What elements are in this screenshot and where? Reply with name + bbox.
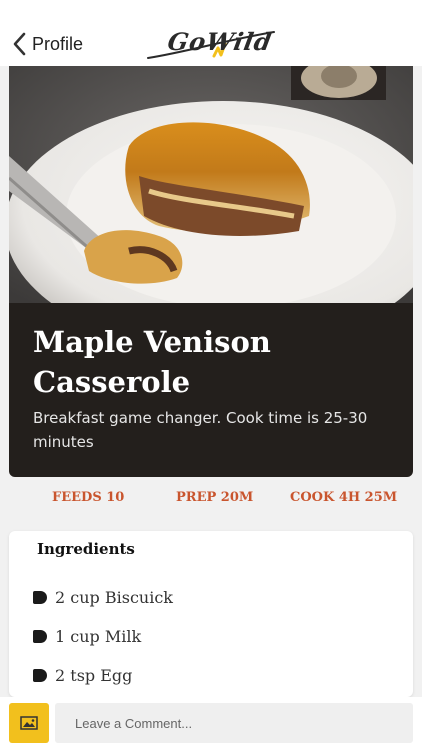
recipe-description: Breakfast game changer. Cook time is 25-… [33, 409, 368, 451]
nav-bar: Profile GoWild [0, 0, 422, 66]
bullet-icon [33, 591, 47, 604]
feeds-stat: FEEDS 10 [52, 490, 125, 505]
comment-input[interactable] [55, 703, 413, 743]
logo-text: GoWild [165, 27, 275, 56]
recipe-photo [9, 66, 413, 303]
comment-bar [0, 697, 422, 750]
prep-stat: PREP 20M [176, 490, 254, 505]
ingredients-list: 2 cup Biscuick 1 cup Milk 2 tsp Egg [33, 578, 173, 695]
bullet-icon [33, 630, 47, 643]
ingredient-text: 2 tsp Egg [55, 666, 133, 685]
ingredients-title: Ingredients [37, 540, 135, 558]
back-label: Profile [32, 33, 84, 54]
ingredient-item: 1 cup Milk [33, 617, 173, 656]
recipe-stats: FEEDS 10 PREP 20M COOK 4H 25M [0, 490, 422, 510]
ingredient-item: 2 cup Biscuick [33, 578, 173, 617]
ingredient-item: 2 tsp Egg [33, 656, 173, 695]
add-image-button[interactable] [9, 703, 49, 743]
ingredients-section: Ingredients 2 cup Biscuick 1 cup Milk 2 … [9, 531, 413, 697]
image-icon [20, 716, 38, 730]
gowild-logo: GoWild [146, 22, 276, 64]
recipe-card: Maple Venison Casserole Breakfast game c… [9, 66, 413, 477]
ingredient-text: 2 cup Biscuick [55, 588, 173, 607]
back-chevron-icon [13, 32, 26, 56]
back-button[interactable]: Profile [12, 30, 83, 58]
bullet-icon [33, 669, 47, 682]
recipe-title: Maple Venison Casserole [33, 325, 271, 399]
cook-stat: COOK 4H 25M [290, 490, 398, 505]
ingredient-text: 1 cup Milk [55, 627, 142, 646]
